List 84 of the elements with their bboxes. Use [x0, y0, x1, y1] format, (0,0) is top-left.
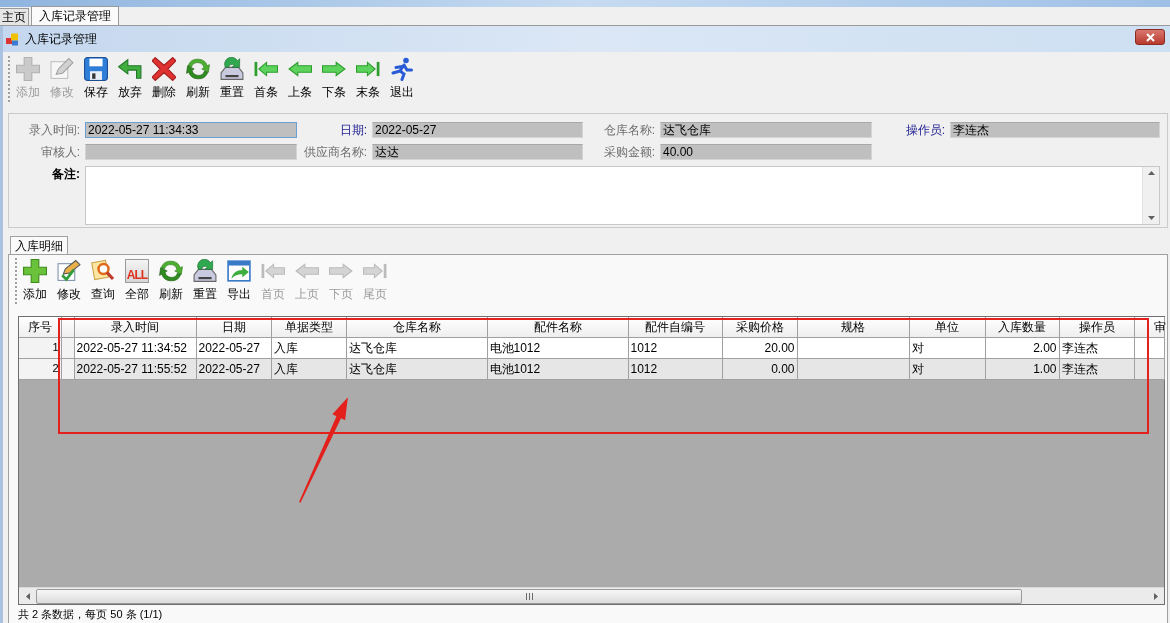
table-cell: 20.00: [722, 337, 797, 358]
table-cell: 李连杰: [1059, 337, 1134, 358]
last-record-button[interactable]: 末条: [351, 56, 385, 102]
search-icon: [91, 259, 115, 283]
plus-icon: [23, 259, 47, 283]
close-button[interactable]: [1135, 29, 1165, 45]
column-header[interactable]: 序号: [19, 317, 61, 337]
running-man-icon: [390, 57, 414, 81]
exit-button[interactable]: 退出: [385, 56, 419, 102]
table-cell: 入库: [271, 337, 346, 358]
refresh-button[interactable]: 刷新: [181, 56, 215, 102]
field-label: 操作员:: [904, 122, 946, 138]
pencil-square-icon: [50, 57, 74, 81]
table-cell: 对: [909, 358, 985, 379]
export-button[interactable]: 导出: [222, 258, 256, 304]
table-cell: 1012: [628, 337, 722, 358]
table-cell: 电池1012: [487, 358, 628, 379]
table-cell: 对: [909, 337, 985, 358]
return-arrow-icon: [118, 57, 142, 81]
all-document-icon: ALL: [125, 259, 149, 283]
text-field[interactable]: 2022-05-27: [372, 122, 583, 138]
table-cell: 达飞仓库: [346, 358, 487, 379]
window-tab[interactable]: 主页: [0, 8, 29, 25]
scroll-left-icon: [25, 592, 30, 600]
scrollbar-thumb[interactable]: [36, 588, 1022, 604]
table-cell: 2.00: [985, 337, 1059, 358]
drive-arrow-icon: [193, 259, 217, 283]
text-field[interactable]: [85, 144, 297, 160]
previous-record-button[interactable]: 上条: [283, 56, 317, 102]
drive-arrow-icon: [220, 57, 244, 81]
text-field[interactable]: 2022-05-27 11:34:33: [85, 122, 297, 138]
text-field[interactable]: 达达: [372, 144, 583, 160]
field-label: 审核人:: [39, 144, 81, 160]
toolbar-grip: [15, 258, 18, 304]
reset-button[interactable]: 重置: [188, 258, 222, 304]
scroll-up-icon: [1147, 171, 1155, 175]
text-field[interactable]: 40.00: [660, 144, 872, 160]
field-label: 备注:: [51, 166, 81, 182]
plus-icon: [16, 57, 40, 81]
vertical-scrollbar[interactable]: [1142, 167, 1159, 224]
field-label: 日期:: [338, 122, 368, 138]
field-label: 采购金额:: [602, 144, 656, 160]
refresh-icon: [186, 57, 210, 81]
scroll-right-icon: [1153, 592, 1158, 600]
horizontal-scrollbar[interactable]: [19, 587, 1164, 604]
window-app-icon: [6, 32, 19, 46]
refresh-button[interactable]: 刷新: [154, 258, 188, 304]
table-cell: 达飞仓库: [346, 337, 487, 358]
window-tab[interactable]: 入库记录管理: [31, 6, 119, 25]
query-button[interactable]: 查询: [86, 258, 120, 304]
show-all-button[interactable]: ALL 全部: [120, 258, 154, 304]
field-label: 录入时间:: [27, 122, 81, 138]
grip-icon: [525, 592, 533, 600]
discard-button[interactable]: 放弃: [113, 56, 147, 102]
toolbar-grip: [8, 56, 11, 102]
scroll-down-icon: [1147, 216, 1155, 220]
text-field[interactable]: 达飞仓库: [660, 122, 872, 138]
table-cell: 2022-05-27: [196, 358, 271, 379]
save-button[interactable]: 保存: [79, 56, 113, 102]
add-button[interactable]: 添加: [18, 258, 52, 304]
table-cell: 1012: [628, 358, 722, 379]
field-label: 供应商名称:: [302, 144, 368, 160]
table-cell: 李连杰: [1059, 358, 1134, 379]
next-record-button[interactable]: 下条: [317, 56, 351, 102]
reset-button[interactable]: 重置: [215, 56, 249, 102]
status-text: 共 2 条数据，每页 50 条 (1/1): [18, 607, 163, 621]
table-cell: 1.00: [985, 358, 1059, 379]
cross-icon: [152, 57, 176, 81]
table-cell: 2022-05-27 11:55:52: [74, 358, 196, 379]
delete-button[interactable]: 删除: [147, 56, 181, 102]
table-cell: 2022-05-27: [196, 337, 271, 358]
field-label: 仓库名称:: [602, 122, 656, 138]
refresh-icon: [159, 259, 183, 283]
edit-button[interactable]: 修改: [52, 258, 86, 304]
table-cell: 电池1012: [487, 337, 628, 358]
window-title: 入库记录管理: [25, 32, 97, 46]
pencil-check-icon: [57, 259, 81, 283]
text-field[interactable]: 李连杰: [950, 122, 1160, 138]
table-cell: 入库: [271, 358, 346, 379]
table-cell: 0.00: [722, 358, 797, 379]
close-icon: [1145, 32, 1155, 42]
first-record-button[interactable]: 首条: [249, 56, 283, 102]
memo-field[interactable]: [85, 166, 1160, 225]
table-cell: 2022-05-27 11:34:52: [74, 337, 196, 358]
